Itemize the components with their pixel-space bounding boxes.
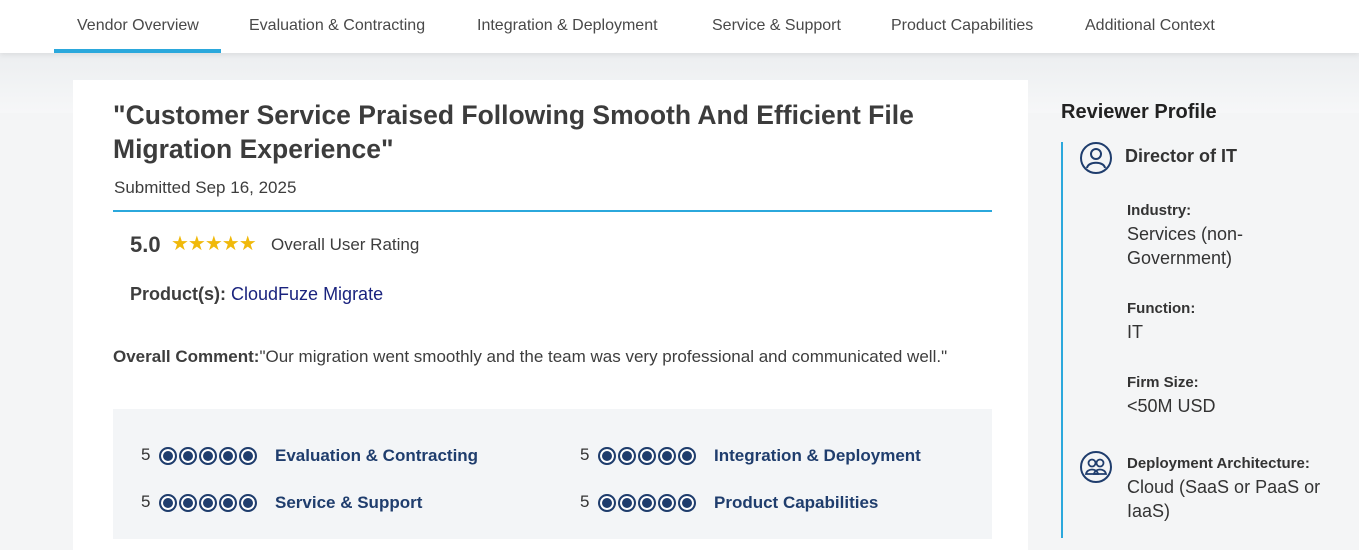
industry-label: Industry: <box>1127 202 1192 219</box>
firm-size-value: <50M USD <box>1127 396 1216 416</box>
product-link[interactable]: CloudFuze Migrate <box>231 284 383 304</box>
title-divider <box>113 210 992 212</box>
overall-comment: Overall Comment:"Our migration went smoo… <box>113 345 973 369</box>
sub-score-label: Product Capabilities <box>714 493 879 512</box>
sub-score-value: 5 <box>141 445 151 464</box>
sub-score-label: Evaluation & Contracting <box>275 446 479 465</box>
tab-service-support[interactable]: Service & Support <box>712 0 841 53</box>
industry-value: Services (non-Government) <box>1127 224 1244 268</box>
products-row: Product(s): CloudFuze Migrate <box>130 284 383 305</box>
score-dots-icon <box>159 447 259 465</box>
user-circle-icon <box>1080 142 1112 174</box>
group-cloud-icon <box>1080 451 1112 483</box>
sub-score-value: 5 <box>580 445 590 464</box>
score-dots-icon <box>159 494 259 512</box>
score-dots-icon <box>598 494 698 512</box>
tab-evaluation-contracting[interactable]: Evaluation & Contracting <box>249 0 425 53</box>
overall-comment-text: "Our migration went smoothly and the tea… <box>259 347 948 366</box>
reviewer-profile-heading: Reviewer Profile <box>1061 101 1217 123</box>
tab-integration-deployment[interactable]: Integration & Deployment <box>477 0 658 53</box>
firm-size-label: Firm Size: <box>1127 374 1199 391</box>
tab-bar: Vendor Overview Evaluation & Contracting… <box>0 0 1359 53</box>
function-label: Function: <box>1127 300 1196 317</box>
star-rating-icon: ★★★★★ <box>171 233 257 255</box>
overall-rating-label: Overall User Rating <box>271 235 420 254</box>
sub-scores-panel: 5 Evaluation & Contracting 5 Integration… <box>113 409 992 539</box>
tab-additional-context[interactable]: Additional Context <box>1085 0 1215 53</box>
sub-score-label: Integration & Deployment <box>714 446 921 465</box>
overall-comment-label: Overall Comment: <box>113 347 260 366</box>
reviewer-role: Director of IT <box>1125 146 1238 166</box>
overall-rating-value: 5.0 <box>130 232 161 257</box>
tab-product-capabilities[interactable]: Product Capabilities <box>891 0 1033 53</box>
deployment-label: Deployment Architecture: <box>1127 455 1310 472</box>
products-label: Product(s): <box>130 284 226 304</box>
function-value: IT <box>1127 322 1143 342</box>
sidebar-accent-line <box>1061 142 1063 538</box>
review-title: "Customer Service Praised Following Smoo… <box>113 100 914 164</box>
sub-score-value: 5 <box>141 492 151 511</box>
sub-score-value: 5 <box>580 492 590 511</box>
sub-score-label: Service & Support <box>275 493 423 512</box>
deployment-value: Cloud (SaaS or PaaS or IaaS) <box>1127 477 1321 521</box>
tab-vendor-overview[interactable]: Vendor Overview <box>54 0 221 53</box>
submitted-date: Submitted Sep 16, 2025 <box>114 178 297 197</box>
score-dots-icon <box>598 447 698 465</box>
